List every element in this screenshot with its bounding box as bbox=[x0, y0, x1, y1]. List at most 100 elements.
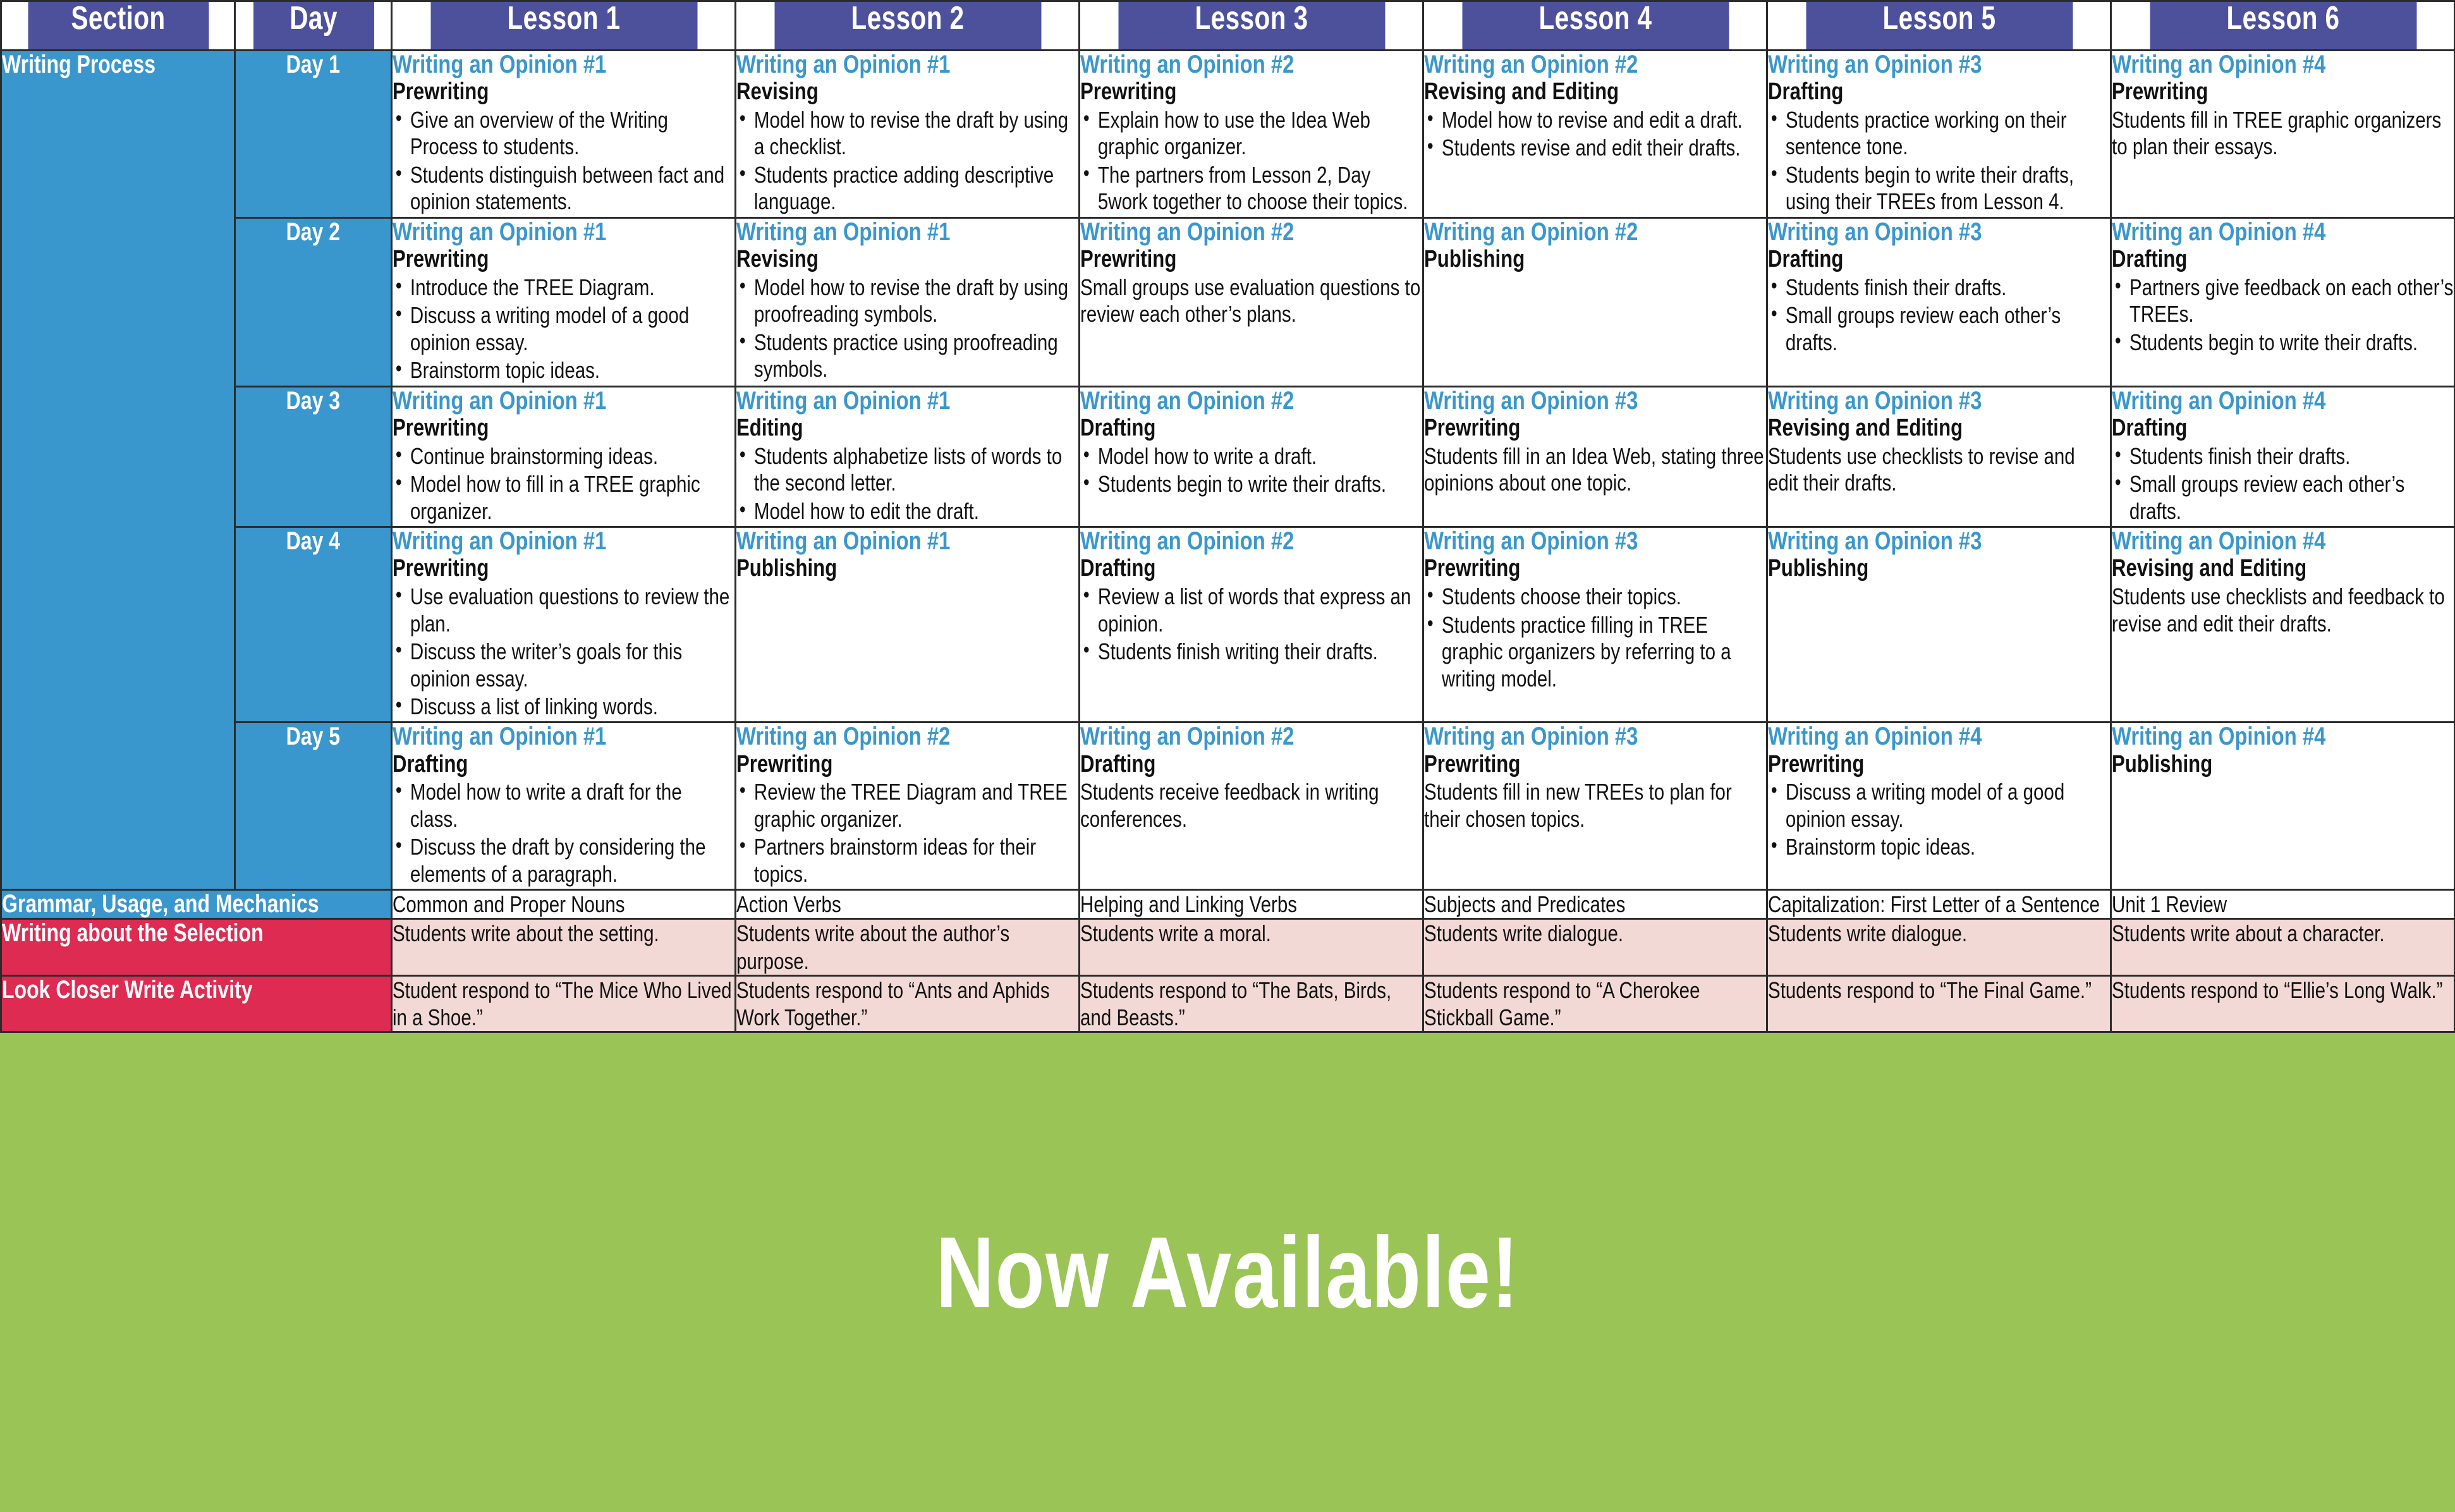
column-header-label: Lesson 1 bbox=[507, 0, 620, 37]
lesson-bullet: Students alphabetize lists of words to t… bbox=[736, 442, 1078, 497]
lesson-stage: Drafting bbox=[2112, 246, 2188, 273]
lesson-cell: Writing an Opinion #2 Drafting Students re… bbox=[1078, 721, 1424, 891]
lesson-stage: Publishing bbox=[1424, 246, 1525, 273]
lesson-title: Writing an Opinion #4 bbox=[2112, 217, 2326, 246]
lesson-bullet: Brainstorm topic ideas. bbox=[393, 356, 734, 384]
lesson-note: Small groups use evaluation questions to… bbox=[1080, 274, 1421, 327]
lesson-title: Writing an Opinion #4 bbox=[2112, 51, 2326, 78]
activity-text: Students respond to “The Bats, Birds, an… bbox=[1080, 977, 1392, 1031]
lesson-stage: Drafting bbox=[2112, 414, 2188, 441]
lesson-cell-content: Writing an Opinion #3 Publishing bbox=[1768, 527, 2110, 582]
lesson-title: Writing an Opinion #2 bbox=[1080, 386, 1295, 415]
activity-text: Students write dialogue. bbox=[1424, 920, 1624, 947]
activity-cell: Students write dialogue. bbox=[1766, 918, 2112, 977]
lesson-bullet: Discuss a list of linking words. bbox=[393, 692, 734, 720]
lesson-bullet-list: Students finish their drafts.Small group… bbox=[2112, 442, 2454, 525]
lesson-cell-content: Writing an Opinion #1PrewritingContinue … bbox=[393, 387, 734, 525]
lesson-stage: Revising and Editing bbox=[2112, 555, 2307, 582]
activity-cell: Students write dialogue. bbox=[1422, 918, 1768, 977]
lesson-title: Writing an Opinion #1 bbox=[393, 527, 607, 556]
banner-text: Now Available! bbox=[935, 1216, 1520, 1329]
lesson-title: Writing an Opinion #1 bbox=[736, 527, 951, 556]
lesson-title: Writing an Opinion #1 bbox=[393, 386, 607, 415]
lesson-cell-content: Writing an Opinion #3PrewritingStudents … bbox=[1424, 527, 1766, 692]
activity-cell: Unit 1 Review bbox=[2110, 889, 2455, 920]
activity-cell: Capitalization: First Letter of a Senten… bbox=[1766, 889, 2112, 920]
activity-text: Students respond to “The Final Game.” bbox=[1768, 977, 2092, 1003]
lesson-bullet: Model how to revise and edit a draft. bbox=[1424, 106, 1766, 133]
lesson-stage: Prewriting bbox=[1424, 555, 1521, 582]
activity-cell: Helping and Linking Verbs bbox=[1078, 889, 1424, 920]
lesson-title: Writing an Opinion #3 bbox=[1768, 51, 1982, 78]
lesson-bullet: Students finish their drafts. bbox=[1768, 273, 2110, 301]
lesson-cell-content: Writing an Opinion #1RevisingModel how t… bbox=[736, 51, 1078, 216]
lesson-title: Writing an Opinion #1 bbox=[393, 51, 607, 78]
lesson-stage: Prewriting bbox=[393, 246, 489, 273]
activity-text: Helping and Linking Verbs bbox=[1080, 891, 1298, 918]
lesson-cell: Writing an Opinion #2DraftingReview a li… bbox=[1078, 526, 1424, 724]
column-header-day: Day bbox=[251, 0, 375, 51]
lesson-stage: Prewriting bbox=[736, 750, 833, 777]
lesson-bullet: Students practice working on their sente… bbox=[1768, 106, 2110, 161]
section-label-writing-process: Writing Process bbox=[0, 49, 236, 891]
lesson-bullet-list: Use evaluation questions to review the p… bbox=[393, 582, 734, 720]
lesson-cell: Writing an Opinion #1PrewritingIntroduce… bbox=[391, 216, 736, 387]
lesson-stage: Revising bbox=[736, 78, 819, 106]
lesson-cell: Writing an Opinion #3PrewritingStudents … bbox=[1422, 526, 1768, 724]
lesson-title: Writing an Opinion #1 bbox=[736, 217, 951, 246]
lesson-bullet-list: Partners give feedback on each other’s T… bbox=[2112, 273, 2454, 356]
lesson-title: Writing an Opinion #2 bbox=[1424, 51, 1638, 78]
lesson-cell: Writing an Opinion #4DraftingPartners gi… bbox=[2110, 216, 2455, 387]
lesson-bullet: Students begin to write their drafts. bbox=[1080, 470, 1422, 497]
lesson-cell-content: Writing an Opinion #1DraftingModel how t… bbox=[393, 723, 734, 887]
lesson-bullet: Partners brainstorm ideas for their topi… bbox=[736, 832, 1078, 887]
lesson-cell: Writing an Opinion #4 Revising and Editin… bbox=[2110, 526, 2455, 724]
lesson-bullet: Introduce the TREE Diagram. bbox=[393, 273, 734, 301]
activity-cell: Students write a moral. bbox=[1078, 918, 1424, 977]
lesson-title: Writing an Opinion #1 bbox=[393, 722, 607, 751]
lesson-cell-content: Writing an Opinion #2PrewritingReview th… bbox=[736, 723, 1078, 887]
lesson-cell-content: Writing an Opinion #2PrewritingExplain h… bbox=[1080, 51, 1422, 216]
lesson-cell-content: Writing an Opinion #4DraftingPartners gi… bbox=[2112, 217, 2454, 356]
activity-cell: Students write about the author’s purpos… bbox=[734, 918, 1080, 977]
lesson-title: Writing an Opinion #3 bbox=[1768, 217, 1982, 246]
lesson-cell-content: Writing an Opinion #4PrewritingDiscuss a… bbox=[1768, 723, 2110, 860]
table-body: Writing Process Day 1 Writing an Opinion #… bbox=[0, 49, 2455, 1033]
activity-text: Students write about the setting. bbox=[393, 920, 659, 947]
lesson-title: Writing an Opinion #1 bbox=[736, 386, 951, 415]
curriculum-plan-table: Section Day Lesson 1 Lesson 2 Lesson 3 Lesson… bbox=[0, 0, 2455, 1033]
lesson-bullet-list: Review the TREE Diagram and TREE graphic… bbox=[736, 777, 1078, 887]
day-label-text: Day 4 bbox=[286, 527, 341, 556]
lesson-cell: Writing an Opinion #1RevisingModel how t… bbox=[734, 216, 1080, 387]
lesson-stage: Drafting bbox=[393, 750, 468, 777]
lesson-bullet: Model how to revise the draft by using p… bbox=[736, 273, 1078, 328]
activity-cell: Common and Proper Nouns bbox=[391, 889, 736, 920]
lesson-cell: Writing an Opinion #3DraftingStudents pr… bbox=[1766, 49, 2112, 219]
lesson-bullet: Students revise and edit their drafts. bbox=[1424, 133, 1766, 161]
column-header-lesson-1: Lesson 1 bbox=[429, 0, 698, 51]
lesson-cell: Writing an Opinion #2 Prewriting Small gro… bbox=[1078, 216, 1424, 387]
activity-text: Students write a moral. bbox=[1080, 920, 1271, 947]
lesson-bullet-list: Introduce the TREE Diagram.Discuss a wri… bbox=[393, 273, 734, 384]
day-label-3: Day 3 bbox=[234, 385, 393, 528]
activity-text: Subjects and Predicates bbox=[1424, 891, 1626, 918]
lesson-bullet: Students finish writing their drafts. bbox=[1080, 637, 1422, 665]
lesson-cell: Writing an Opinion #2 Revising and Editin… bbox=[1422, 49, 1768, 219]
lesson-bullet-list: Explain how to use the Idea Web graphic … bbox=[1080, 106, 1422, 216]
lesson-cell: Writing an Opinion #1PrewritingGive an o… bbox=[391, 49, 736, 219]
column-header-label: Lesson 6 bbox=[2226, 0, 2339, 37]
section-label-text: Look Closer Write Activity bbox=[2, 975, 253, 1004]
lesson-cell: Writing an Opinion #4 Prewriting Students … bbox=[2110, 49, 2455, 219]
lesson-title: Writing an Opinion #4 bbox=[2112, 722, 2326, 751]
header-row: Section Day Lesson 1 Lesson 2 Lesson 3 Lesson… bbox=[1, 0, 2455, 51]
activity-cell: Student respond to “The Mice Who Lived i… bbox=[391, 974, 736, 1033]
lesson-cell: Writing an Opinion #3PrewritingStudents … bbox=[1422, 385, 1768, 528]
lesson-bullet: Students practice adding descriptive lan… bbox=[736, 161, 1078, 216]
lesson-note: Students receive feedback in writing con… bbox=[1080, 779, 1379, 832]
lesson-cell-content: Writing an Opinion #1PrewritingUse evalu… bbox=[393, 527, 734, 720]
lesson-stage: Drafting bbox=[1080, 750, 1156, 777]
column-header-label: Day bbox=[289, 0, 338, 37]
day-label-text: Day 1 bbox=[286, 51, 341, 78]
lesson-cell-content: Writing an Opinion #3DraftingStudents pr… bbox=[1768, 51, 2110, 216]
lesson-bullet: Students choose their topics. bbox=[1424, 582, 1766, 610]
